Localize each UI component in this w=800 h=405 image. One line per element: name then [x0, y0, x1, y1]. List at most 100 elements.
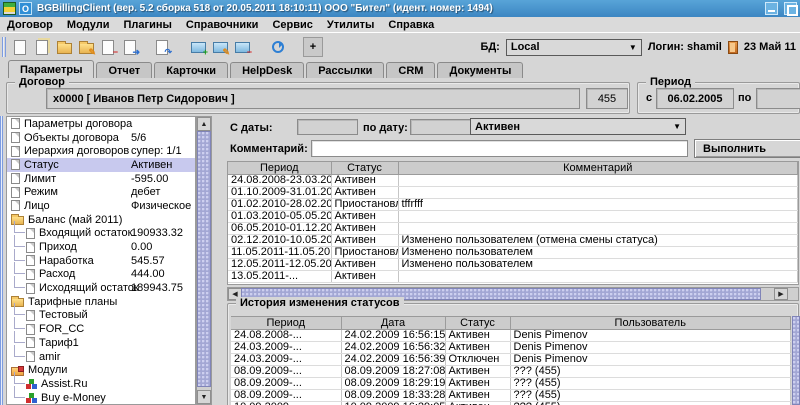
tree-item[interactable]: Тарифные планы	[7, 295, 195, 309]
scroll-up-icon[interactable]: ▲	[197, 117, 211, 131]
tree-item[interactable]: Тариф1	[7, 336, 195, 350]
table-row[interactable]: 13.05.2011-...Активен	[228, 271, 798, 283]
tree-item-label: Баланс (май 2011)	[28, 214, 122, 226]
panel-edit-icon[interactable]: ✎	[209, 36, 231, 58]
column-date[interactable]: Дата	[341, 317, 445, 330]
minimize-button[interactable]	[765, 2, 778, 15]
period-to-field[interactable]	[756, 88, 800, 109]
column-status[interactable]: Статус	[331, 162, 398, 175]
panel-add-icon[interactable]: +	[187, 36, 209, 58]
tree-scrollbar[interactable]: ▲ ▼	[196, 116, 212, 405]
table-row[interactable]: 24.03.2009-...24.02.2009 16:56:39Отключе…	[231, 354, 791, 366]
tab-crm[interactable]: CRM	[386, 62, 435, 78]
status-combobox[interactable]: Активен ▼	[470, 118, 686, 135]
column-comment[interactable]: Комментарий	[398, 162, 798, 175]
paste-document-icon[interactable]: ↷	[151, 36, 173, 58]
menu-service[interactable]: Сервис	[272, 19, 312, 31]
history-table-header: Период Дата Статус Пользователь	[231, 317, 791, 330]
tab-report[interactable]: Отчет	[96, 62, 152, 78]
table-cell: 11.05.2011-11.05.2011	[228, 247, 331, 259]
tree-item[interactable]: ЛицоФизическое	[7, 199, 195, 213]
to-date-input[interactable]	[410, 119, 471, 135]
table-row[interactable]: 02.12.2010-10.05.2011АктивенИзменено пол…	[228, 235, 798, 247]
tree-item[interactable]: СтатусАктивен	[7, 158, 195, 172]
period-from-field[interactable]: 06.02.2005	[656, 88, 734, 109]
column-user[interactable]: Пользователь	[510, 317, 791, 330]
table-row[interactable]: 24.08.2008-...24.02.2009 16:56:15Активен…	[231, 330, 791, 342]
table-row[interactable]: 11.05.2011-11.05.2011ПриостановленИзмене…	[228, 247, 798, 259]
tab-helpdesk[interactable]: HelpDesk	[230, 62, 304, 78]
menu-contract[interactable]: Договор	[7, 19, 53, 31]
scroll-down-icon[interactable]: ▼	[197, 390, 211, 404]
scroll-right-icon[interactable]: ▶	[774, 288, 788, 300]
history-table-vscrollbar[interactable]	[792, 316, 800, 405]
menu-help[interactable]: Справка	[388, 19, 434, 31]
tree-item[interactable]: Расход444.00	[7, 268, 195, 282]
table-row[interactable]: 08.09.2009-...08.09.2009 18:33:28Активен…	[231, 390, 791, 402]
tree-item[interactable]: Входящий остаток190933.32	[7, 227, 195, 241]
tree-item[interactable]: Buy e-Money	[7, 391, 195, 405]
table-row[interactable]: 08.09.2009-...08.09.2009 18:29:19Активен…	[231, 378, 791, 390]
contract-id-button[interactable]: 455	[586, 88, 628, 109]
contract-field[interactable]: х0000 [ Иванов Петр Сидорович ]	[46, 88, 580, 109]
table-row[interactable]: 08.09.2009-...08.09.2009 18:27:08Активен…	[231, 366, 791, 378]
execute-button[interactable]: Выполнить	[694, 139, 800, 158]
tree-item[interactable]: Параметры договора	[7, 117, 195, 131]
edit-folder-icon[interactable]: ✎	[75, 36, 97, 58]
table-row[interactable]: 01.03.2010-05.05.2010Активен	[228, 211, 798, 223]
tree-item[interactable]: Режимдебет	[7, 185, 195, 199]
tree-item[interactable]: amir	[7, 350, 195, 364]
tab-cards[interactable]: Карточки	[154, 62, 228, 78]
from-date-input[interactable]	[297, 119, 358, 135]
tree-item[interactable]: Приход0.00	[7, 240, 195, 254]
column-status[interactable]: Статус	[445, 317, 510, 330]
tree-item[interactable]: Модули	[7, 363, 195, 377]
tree-item[interactable]: Иерархия договоровсупер: 1/1	[7, 144, 195, 158]
menu-modules[interactable]: Модули	[67, 19, 110, 31]
table-cell: Активен	[331, 211, 398, 223]
column-period[interactable]: Период	[228, 162, 331, 175]
exit-door-icon[interactable]	[728, 41, 738, 54]
remove-document-icon[interactable]: −	[97, 36, 119, 58]
tab-documents[interactable]: Документы	[437, 62, 523, 78]
table-row[interactable]: 01.10.2009-31.01.2010Активен	[228, 187, 798, 199]
tree-item[interactable]: FOR_CC	[7, 322, 195, 336]
tree-item[interactable]: Тестовый	[7, 309, 195, 323]
left-splitter-grip[interactable]	[0, 116, 5, 405]
panel-remove-icon[interactable]: −	[231, 36, 253, 58]
menu-plugins[interactable]: Плагины	[123, 19, 171, 31]
tab-mailings[interactable]: Рассылки	[306, 62, 384, 78]
db-value: Local	[511, 41, 540, 53]
menu-directories[interactable]: Справочники	[186, 19, 259, 31]
tree-item[interactable]: Лимит-595.00	[7, 172, 195, 186]
table-row[interactable]: 12.05.2011-12.05.2011АктивенИзменено пол…	[228, 259, 798, 271]
table-cell: 12.05.2011-12.05.2011	[228, 259, 331, 271]
table-row[interactable]: 01.02.2010-28.02.2010Приостановленtffrff…	[228, 199, 798, 211]
menu-utilities[interactable]: Утилиты	[327, 19, 375, 31]
add-tab-button[interactable]: +	[303, 37, 323, 57]
table-row[interactable]: 24.03.2009-...24.02.2009 16:56:32Активен…	[231, 342, 791, 354]
copy-document-icon[interactable]	[31, 36, 53, 58]
tree-item[interactable]: Assist.Ru	[7, 377, 195, 391]
tree-item-label: Тарифные планы	[28, 296, 117, 308]
refresh-icon[interactable]	[267, 36, 289, 58]
open-folder-icon[interactable]	[53, 36, 75, 58]
tree-item[interactable]: Исходящий остаток189943.75	[7, 281, 195, 295]
tree-item[interactable]: Объекты договора5/6	[7, 131, 195, 145]
db-combobox[interactable]: Local ▼	[506, 39, 642, 56]
maximize-button[interactable]	[784, 2, 797, 15]
tab-parameters[interactable]: Параметры	[8, 60, 94, 78]
tree-item-label: Assist.Ru	[41, 378, 87, 390]
tree-item[interactable]: Наработка545.57	[7, 254, 195, 268]
column-period[interactable]: Период	[231, 317, 341, 330]
new-document-icon[interactable]	[9, 36, 31, 58]
to-date-label: по дату:	[363, 122, 408, 134]
comment-input[interactable]	[311, 140, 688, 157]
toolbar-grip[interactable]	[2, 37, 6, 57]
tree-scrollbar-thumb[interactable]	[197, 131, 211, 387]
export-document-icon[interactable]: ➜	[119, 36, 141, 58]
table-row[interactable]: 10.09.2009-...10.09.2009 16:29:05Активен…	[231, 402, 791, 405]
table-row[interactable]: 24.08.2008-23.03.2009Активен	[228, 175, 798, 187]
tree-item[interactable]: Баланс (май 2011)	[7, 213, 195, 227]
table-row[interactable]: 06.05.2010-01.12.2010Активен	[228, 223, 798, 235]
